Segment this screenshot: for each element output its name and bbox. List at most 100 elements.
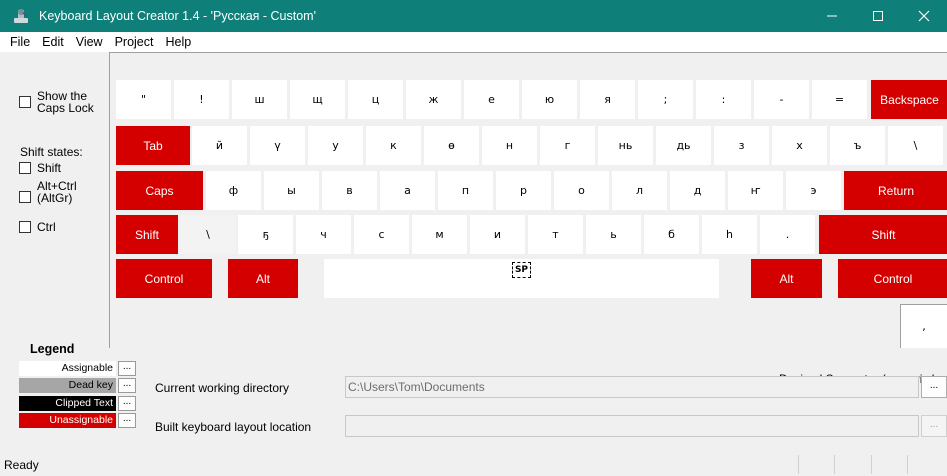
key-r3-11[interactable]: э — [786, 171, 841, 210]
key-r1-3[interactable]: ш — [232, 80, 287, 119]
key-r1-13[interactable]: = — [812, 80, 867, 119]
caps-key[interactable]: Caps — [116, 171, 203, 210]
backspace-key[interactable]: Backspace — [871, 80, 947, 119]
legend-assignable-button[interactable]: ... — [118, 361, 136, 376]
key-r2-1[interactable]: й — [192, 126, 247, 165]
key-r3-8[interactable]: л — [612, 171, 667, 210]
menu-edit[interactable]: Edit — [36, 35, 70, 49]
key-r3-7[interactable]: о — [554, 171, 609, 210]
key-r3-4[interactable]: а — [380, 171, 435, 210]
status-separator — [871, 455, 872, 474]
built-location-label: Built keyboard layout location — [155, 420, 312, 434]
left-shift-key[interactable]: Shift — [116, 215, 178, 254]
legend-dead-key-button[interactable]: ... — [118, 378, 136, 393]
close-icon — [918, 10, 930, 22]
menu-bar: File Edit View Project Help — [0, 32, 947, 52]
space-key-label: SP — [511, 262, 532, 278]
key-r1-4[interactable]: щ — [290, 80, 345, 119]
key-r1-11[interactable]: : — [696, 80, 751, 119]
key-r4-6[interactable]: и — [470, 215, 525, 254]
show-caps-lock-label: Show the Caps Lock — [37, 89, 94, 115]
key-r2-3[interactable]: у — [308, 126, 363, 165]
legend-clipped-text-button[interactable]: ... — [118, 396, 136, 411]
key-r3-5[interactable]: п — [438, 171, 493, 210]
key-r2-13[interactable]: \ — [888, 126, 943, 165]
key-r2-10[interactable]: з — [714, 126, 769, 165]
key-r2-5[interactable]: ө — [424, 126, 479, 165]
app-icon — [14, 9, 28, 23]
left-control-key[interactable]: Control — [116, 259, 212, 298]
cwd-browse-button[interactable]: ... — [921, 376, 947, 398]
key-r1-8[interactable]: ю — [522, 80, 577, 119]
built-location-field[interactable] — [345, 415, 919, 437]
return-key[interactable]: Return — [844, 171, 947, 210]
menu-project[interactable]: Project — [109, 35, 160, 49]
right-shift-key[interactable]: Shift — [819, 215, 947, 254]
key-r1-9[interactable]: я — [580, 80, 635, 119]
legend-unassignable: Unassignable — [19, 413, 116, 428]
key-r4-7[interactable]: т — [528, 215, 583, 254]
key-r2-6[interactable]: н — [482, 126, 537, 165]
menu-help[interactable]: Help — [159, 35, 197, 49]
key-r3-3[interactable]: в — [322, 171, 377, 210]
key-r4-5[interactable]: м — [412, 215, 467, 254]
left-alt-key[interactable]: Alt — [228, 259, 298, 298]
key-r1-2[interactable]: ! — [174, 80, 229, 119]
key-r3-2[interactable]: ы — [264, 171, 319, 210]
window-title: Keyboard Layout Creator 1.4 - 'Русская -… — [39, 9, 316, 23]
key-r2-11[interactable]: х — [772, 126, 827, 165]
minimize-button[interactable] — [809, 0, 855, 32]
key-r4-10[interactable]: һ — [702, 215, 757, 254]
key-r1-12[interactable]: - — [754, 80, 809, 119]
legend-title: Legend — [30, 342, 75, 356]
ctrl-checkbox[interactable] — [19, 221, 31, 233]
key-r2-9[interactable]: дь — [656, 126, 711, 165]
minimize-icon — [827, 15, 837, 17]
key-r4-2[interactable]: ҕ — [238, 215, 293, 254]
key-r4-1[interactable]: \ — [180, 215, 236, 254]
key-r4-4[interactable]: с — [354, 215, 409, 254]
status-bar: Ready — [0, 453, 947, 476]
close-button[interactable] — [901, 0, 947, 32]
key-r2-2[interactable]: ү — [250, 126, 305, 165]
key-r1-7[interactable]: е — [464, 80, 519, 119]
space-key[interactable]: SP — [324, 259, 719, 298]
key-r1-6[interactable]: ж — [406, 80, 461, 119]
key-r2-4[interactable]: к — [366, 126, 421, 165]
legend-dead-key: Dead key — [19, 378, 116, 393]
key-r1-5[interactable]: ц — [348, 80, 403, 119]
key-r3-1[interactable]: ф — [206, 171, 261, 210]
right-alt-key[interactable]: Alt — [751, 259, 822, 298]
altgr-checkbox[interactable] — [19, 191, 31, 203]
shift-checkbox[interactable] — [19, 162, 31, 174]
shift-label: Shift — [37, 161, 62, 175]
menu-view[interactable]: View — [70, 35, 109, 49]
key-r3-10[interactable]: ҥ — [728, 171, 783, 210]
key-r4-11[interactable]: . — [760, 215, 815, 254]
maximize-icon — [873, 11, 883, 21]
key-r3-6[interactable]: р — [496, 171, 551, 210]
altgr-label: Alt+Ctrl (AltGr) — [37, 179, 77, 205]
key-r4-3[interactable]: ч — [296, 215, 351, 254]
key-r4-8[interactable]: ь — [586, 215, 641, 254]
show-caps-lock-checkbox[interactable] — [19, 96, 31, 108]
cwd-field[interactable]: C:\Users\Tom\Documents — [345, 376, 919, 398]
ctrl-label: Ctrl — [37, 220, 56, 234]
decimal-separator-key[interactable]: , — [900, 304, 947, 348]
status-separator — [798, 455, 799, 474]
tab-key[interactable]: Tab — [116, 126, 190, 165]
keyboard-layout: "! ш щ ц ж е ю я;: - = Backspace Tab й ү у к ө н г нь дь з х ъ \… — [109, 52, 947, 386]
maximize-button[interactable] — [855, 0, 901, 32]
key-r1-1[interactable]: " — [116, 80, 171, 119]
key-r2-8[interactable]: нь — [598, 126, 653, 165]
key-r4-9[interactable]: б — [644, 215, 699, 254]
built-location-browse-button: ... — [921, 415, 947, 437]
key-r1-10[interactable]: ; — [638, 80, 693, 119]
menu-file[interactable]: File — [4, 35, 36, 49]
legend-unassignable-button[interactable]: ... — [118, 413, 136, 428]
key-r2-12[interactable]: ъ — [830, 126, 885, 165]
key-r2-7[interactable]: г — [540, 126, 595, 165]
key-r3-9[interactable]: д — [670, 171, 725, 210]
status-separator — [907, 455, 908, 474]
right-control-key[interactable]: Control — [838, 259, 947, 298]
